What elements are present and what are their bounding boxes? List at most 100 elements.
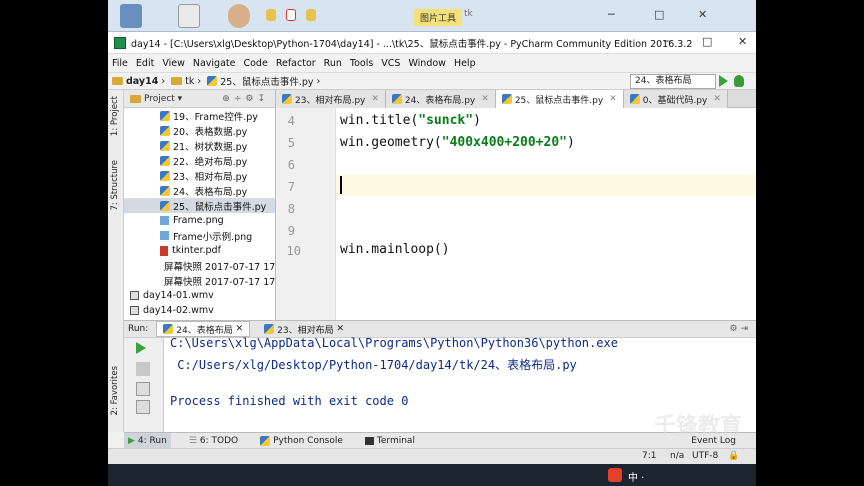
file-encoding[interactable]: UTF-8	[692, 451, 718, 461]
tree-item-label: 22、绝对布局.py	[173, 156, 248, 168]
run-tab-23[interactable]: 23、相对布局 ✕	[258, 321, 350, 337]
close-tab-icon[interactable]: ✕	[371, 94, 379, 104]
minimize-icon[interactable]: ─	[664, 35, 671, 48]
tree-item[interactable]: Frame小示例.png	[124, 228, 275, 243]
tab-24[interactable]: 24、表格布局.py ✕	[385, 90, 496, 108]
stop-icon[interactable]	[136, 362, 150, 376]
minimize-icon[interactable]: ─	[608, 8, 615, 21]
rerun-icon[interactable]	[136, 342, 146, 354]
tree-item[interactable]: 20、表格数据.py	[124, 123, 275, 138]
run-icon[interactable]	[719, 75, 728, 87]
screen-frame: 图片工具 tk ─ □ ✕ day14 - [C:\Users\xlg\Desk…	[108, 0, 756, 486]
cursor-position[interactable]: 7:1	[642, 451, 656, 461]
breadcrumb-file[interactable]: 25、鼠标点击事件.py ›	[207, 74, 320, 88]
breadcrumb-day14[interactable]: day14 ›	[112, 76, 165, 87]
run-tool-button[interactable]: ▶ 4: Run	[124, 432, 171, 449]
tree-item-label: tkinter.pdf	[172, 245, 221, 256]
close-tab-icon[interactable]: ✕	[609, 94, 617, 104]
python-file-icon	[282, 94, 292, 104]
video-file-icon	[130, 291, 139, 300]
pause-icon[interactable]	[136, 382, 150, 396]
tree-item[interactable]: tkinter.pdf	[124, 243, 275, 258]
tab-25[interactable]: 25、鼠标点击事件.py ✕	[495, 90, 624, 108]
tree-item[interactable]: 屏幕快照 2017-07-17 17	[124, 258, 275, 273]
menu-view[interactable]: View	[162, 58, 185, 69]
tree-item[interactable]: 23、相对布局.py	[124, 168, 275, 183]
menu-tools[interactable]: Tools	[350, 58, 373, 69]
favorites-tool-button[interactable]: 2: Favorites	[110, 366, 120, 415]
line-number: 10	[286, 244, 301, 258]
run-tab-24[interactable]: 24、表格布局 ✕	[156, 321, 251, 337]
tree-item[interactable]: day14-01.wmv	[124, 288, 275, 303]
python-file-icon	[160, 185, 170, 196]
menu-run[interactable]: Run	[324, 58, 342, 69]
ime-mode-icon[interactable]: 中 ·	[628, 469, 644, 484]
avatar-icon[interactable]	[228, 4, 250, 28]
structure-tool-button[interactable]: 7: Structure	[110, 160, 120, 211]
code-line-10: win.mainloop()	[340, 242, 450, 257]
tree-item-label: 24、表格布局.py	[173, 186, 248, 198]
menu-file[interactable]: File	[112, 58, 128, 69]
line-gutter: 4 5 6 7 8 9 10	[276, 108, 336, 320]
ime-icon[interactable]	[608, 468, 622, 482]
code-editor[interactable]: 4 5 6 7 8 9 10 win.title("sunck") win.ge…	[276, 108, 756, 320]
python-file-icon	[207, 76, 218, 86]
tree-item[interactable]: 24、表格布局.py	[124, 183, 275, 198]
status-bar: 7:1 n/a UTF-8 🔒	[108, 448, 756, 464]
project-tool-button[interactable]: 1: Project	[110, 96, 120, 136]
run-icon: ▶	[128, 435, 135, 446]
lock-icon[interactable]: 🔒	[728, 451, 739, 461]
menu-vcs[interactable]: VCS	[381, 58, 400, 69]
debug-icon[interactable]	[734, 75, 744, 87]
dump-icon[interactable]	[136, 400, 150, 414]
python-file-icon	[629, 94, 640, 104]
tree-item[interactable]: 屏幕快照 2017-07-17 17	[124, 273, 275, 288]
python-file-icon	[501, 94, 512, 104]
close-icon[interactable]: ✕	[738, 35, 747, 48]
todo-icon: ☰	[188, 435, 197, 446]
text-caret	[340, 176, 342, 194]
menu-navigate[interactable]: Navigate	[193, 58, 236, 69]
gear-icon[interactable]: ⊕÷⚙↧	[222, 94, 269, 104]
tab-23[interactable]: 23、相对布局.py ✕	[276, 90, 386, 108]
close-icon[interactable]: ✕	[698, 8, 707, 21]
python-file-icon	[160, 110, 170, 121]
menu-edit[interactable]: Edit	[136, 58, 154, 69]
scroll-arrows-icon[interactable]	[128, 342, 134, 422]
menu-refactor[interactable]: Refactor	[276, 58, 316, 69]
project-view-select[interactable]: Project	[144, 94, 175, 104]
terminal-button[interactable]: Terminal	[361, 433, 419, 449]
tree-item[interactable]: Frame.png	[124, 213, 275, 228]
image-file-icon	[160, 216, 169, 225]
python-file-icon	[160, 170, 170, 181]
tree-item[interactable]: 19、Frame控件.py	[124, 108, 275, 123]
tree-item-label: day14-02.wmv	[143, 305, 214, 316]
tree-item[interactable]: 22、绝对布局.py	[124, 153, 275, 168]
todo-tool-button[interactable]: ☰ 6: TODO	[185, 433, 242, 449]
close-tab-icon[interactable]: ✕	[713, 94, 721, 104]
tab-0[interactable]: 0、基础代码.py ✕	[623, 90, 728, 108]
tree-item[interactable]: day14-02.wmv	[124, 303, 275, 318]
menu-code[interactable]: Code	[243, 58, 267, 69]
python-console-button[interactable]: Python Console	[256, 433, 347, 449]
menu-window[interactable]: Window	[408, 58, 445, 69]
run-config-select[interactable]: 24、表格布局	[630, 74, 716, 89]
line-separator[interactable]: n/a	[670, 451, 684, 461]
recycle-bin-icon[interactable]	[120, 4, 142, 28]
menu-help[interactable]: Help	[454, 58, 476, 69]
maximize-icon[interactable]: □	[654, 8, 664, 21]
breadcrumb-tk[interactable]: tk ›	[171, 76, 201, 87]
tree-item[interactable]: 25、鼠标点击事件.py	[124, 198, 275, 213]
project-panel-header: Project ▾ ⊕÷⚙↧	[124, 90, 275, 108]
picture-tools-tab[interactable]: 图片工具	[414, 9, 463, 26]
settings-icon[interactable]: ⚙ ⇥	[730, 324, 748, 334]
console-line: C:/Users/xlg/Desktop/Python-1704/day14/t…	[170, 358, 577, 372]
text-doc-icon[interactable]	[178, 4, 200, 28]
current-line-highlight	[336, 174, 756, 196]
tree-item[interactable]: 21、树状数据.py	[124, 138, 275, 153]
folder-icon	[266, 9, 276, 21]
maximize-icon[interactable]: □	[702, 35, 712, 48]
editor-tabs: 23、相对布局.py ✕ 24、表格布局.py ✕ 25、鼠标点击事件.py ✕ 0、…	[276, 90, 756, 108]
line-number: 7	[287, 180, 295, 194]
close-tab-icon[interactable]: ✕	[481, 94, 489, 104]
